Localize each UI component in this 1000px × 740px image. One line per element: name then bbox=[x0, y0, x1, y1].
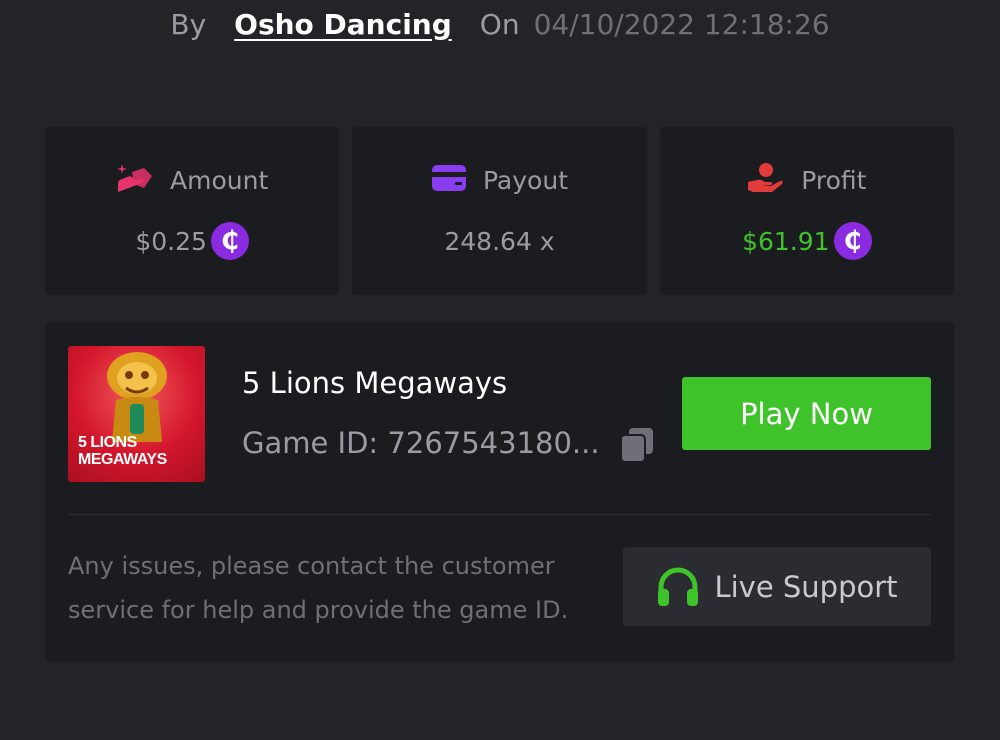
hand-coin-icon bbox=[747, 162, 785, 198]
on-label: On bbox=[479, 7, 520, 41]
game-title: 5 Lions Megaways bbox=[242, 366, 508, 400]
payout-value: 248.64 x bbox=[444, 226, 555, 256]
game-thumbnail[interactable]: 5 LIONS MEGAWAYS bbox=[68, 346, 205, 482]
bet-meta-line: By Osho Dancing On 04/10/2022 12:18:26 bbox=[0, 4, 1000, 44]
profit-value: $61.91 bbox=[742, 226, 830, 256]
bet-stats: Amount $0.25 ₵ Payout 248.64 x Profit $6… bbox=[45, 127, 954, 295]
bet-timestamp: 04/10/2022 12:18:26 bbox=[533, 7, 830, 41]
play-now-button[interactable]: Play Now bbox=[682, 377, 931, 450]
by-label: By bbox=[170, 7, 207, 41]
coin-icon: ₵ bbox=[833, 222, 872, 260]
live-support-label: Live Support bbox=[714, 569, 898, 604]
amount-value: $0.25 bbox=[135, 226, 207, 256]
wallet-icon bbox=[431, 164, 467, 196]
amount-label: Amount bbox=[170, 165, 269, 195]
help-text: Any issues, please contact the customer … bbox=[68, 552, 569, 624]
profit-label: Profit bbox=[801, 165, 867, 195]
divider bbox=[68, 514, 931, 515]
amount-icon bbox=[116, 162, 154, 198]
payout-label: Payout bbox=[482, 165, 568, 195]
thumbnail-text-line1: 5 LIONS bbox=[78, 434, 137, 451]
thumbnail-text-line2: MEGAWAYS bbox=[78, 451, 167, 468]
stat-payout: Payout 248.64 x bbox=[352, 127, 647, 295]
coin-icon: ₵ bbox=[210, 222, 249, 260]
stat-profit: Profit $61.91 ₵ bbox=[659, 127, 954, 295]
live-support-button[interactable]: Live Support bbox=[623, 547, 931, 626]
copy-icon[interactable] bbox=[619, 426, 657, 464]
game-card: 5 LIONS MEGAWAYS 5 Lions Megaways Game I… bbox=[45, 322, 954, 662]
stat-amount: Amount $0.25 ₵ bbox=[45, 127, 340, 295]
headset-icon bbox=[658, 567, 699, 606]
game-id: Game ID: 7267543180... bbox=[242, 426, 600, 460]
username-link[interactable]: Osho Dancing bbox=[234, 8, 452, 41]
